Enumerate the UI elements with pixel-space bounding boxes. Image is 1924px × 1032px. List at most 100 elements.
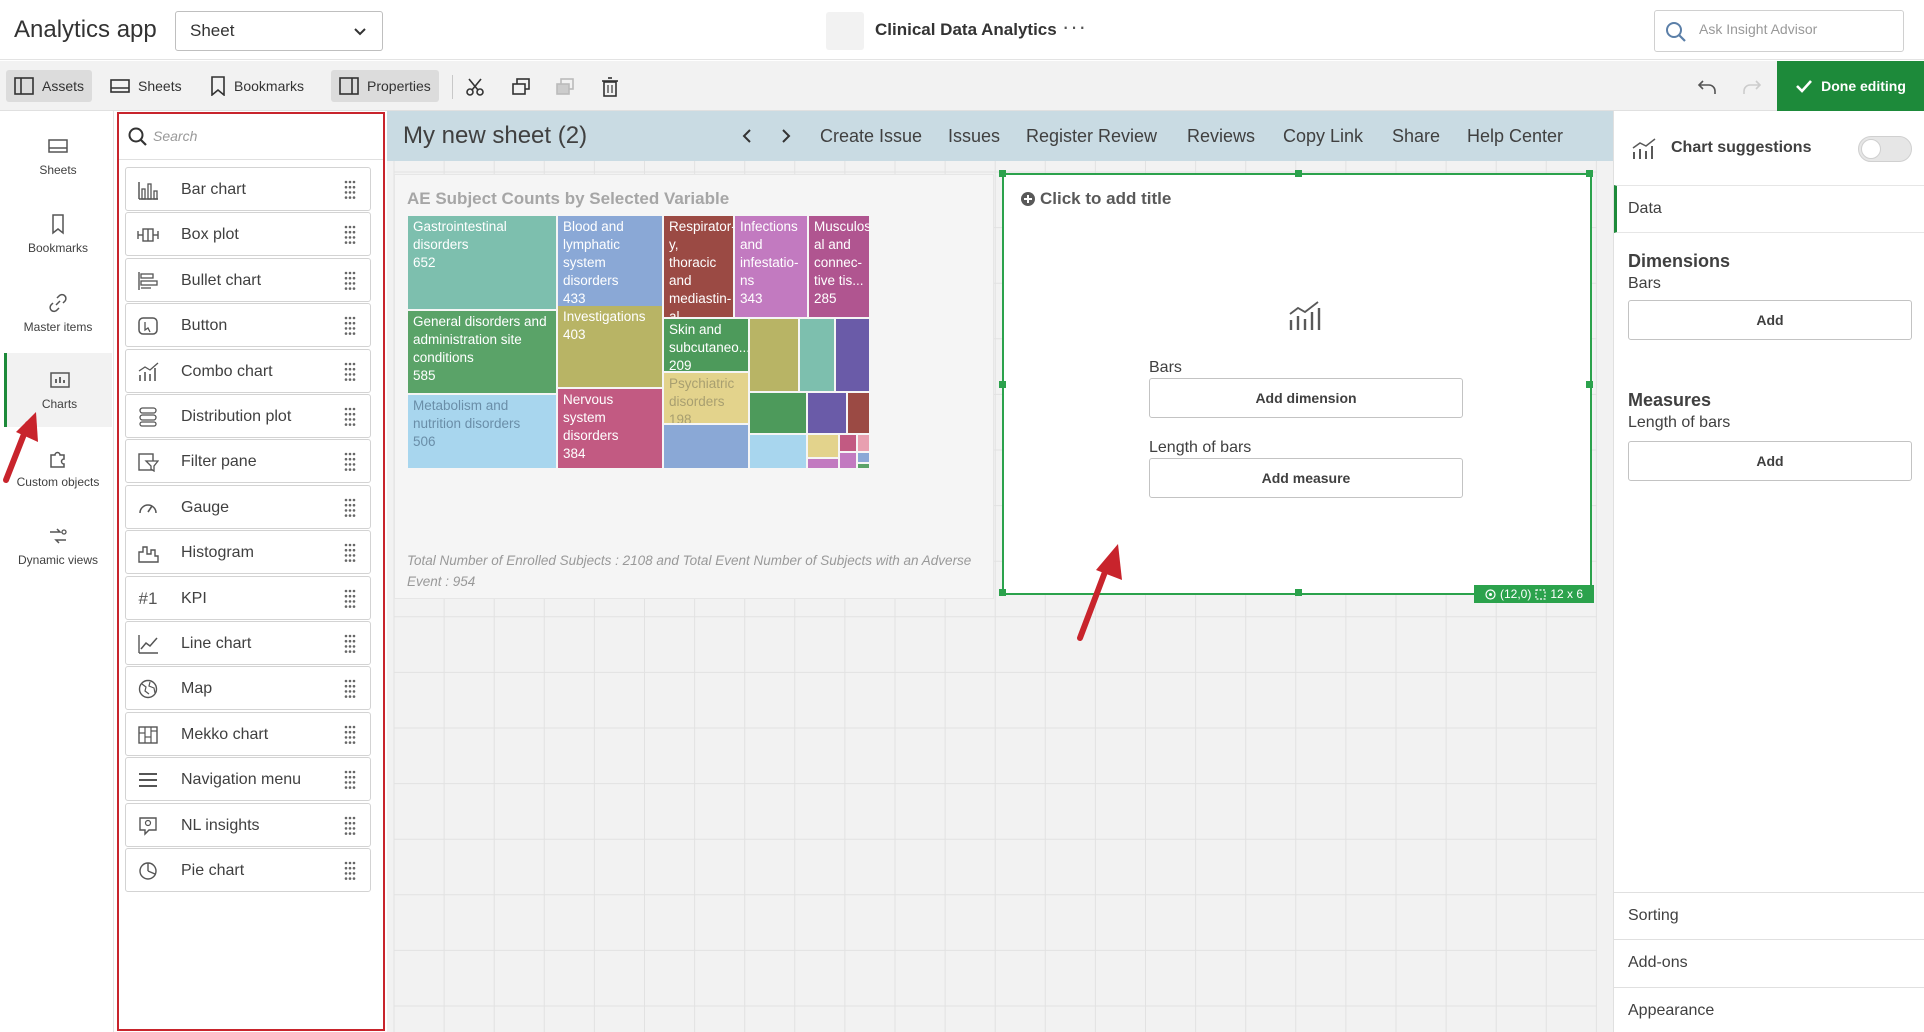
app-title[interactable]: Analytics app bbox=[14, 16, 157, 44]
nav-item-bookmarks[interactable]: Bookmarks bbox=[4, 197, 112, 271]
drag-handle-icon[interactable] bbox=[344, 225, 356, 245]
treemap-cell[interactable]: Infections and infestatio-ns 343 bbox=[735, 216, 807, 317]
asset-item-navigation-menu[interactable]: Navigation menu bbox=[125, 757, 371, 802]
cut-icon[interactable] bbox=[464, 76, 486, 98]
treemap-cell[interactable]: General disorders and administration sit… bbox=[408, 311, 556, 393]
asset-item-box-plot[interactable]: Box plot bbox=[125, 212, 371, 257]
drag-handle-icon[interactable] bbox=[344, 679, 356, 699]
undo-icon[interactable] bbox=[1696, 76, 1718, 98]
asset-item-filter-pane[interactable]: Filter pane bbox=[125, 439, 371, 484]
delete-icon[interactable] bbox=[599, 76, 621, 98]
asset-item-map[interactable]: Map bbox=[125, 666, 371, 711]
treemap-cell[interactable] bbox=[808, 393, 846, 433]
add-measure-panel-button[interactable]: Add bbox=[1628, 441, 1912, 481]
treemap-cell[interactable]: Investigations 403 bbox=[558, 306, 662, 387]
treemap-cell[interactable]: Gastrointestinal disorders 652 bbox=[408, 216, 556, 309]
resize-handle[interactable] bbox=[1295, 170, 1302, 177]
asset-item-pie-chart[interactable]: Pie chart bbox=[125, 848, 371, 892]
asset-item-gauge[interactable]: Gauge bbox=[125, 484, 371, 529]
add-title-button[interactable]: Click to add title bbox=[1020, 189, 1171, 209]
asset-item-button[interactable]: Button bbox=[125, 303, 371, 348]
treemap-cell[interactable]: Respirator-y, thoracic and mediastin-al … bbox=[664, 216, 733, 317]
resize-handle[interactable] bbox=[999, 381, 1006, 388]
drag-handle-icon[interactable] bbox=[344, 589, 356, 609]
treemap-cell[interactable] bbox=[808, 459, 838, 468]
treemap-cell[interactable] bbox=[750, 319, 798, 391]
reviews-link[interactable]: Reviews bbox=[1187, 126, 1255, 147]
drag-handle-icon[interactable] bbox=[344, 543, 356, 563]
section-appearance[interactable]: Appearance bbox=[1614, 987, 1924, 1032]
drag-handle-icon[interactable] bbox=[344, 362, 356, 382]
chevron-left-icon[interactable] bbox=[738, 127, 756, 145]
treemap-cell[interactable] bbox=[750, 435, 806, 468]
asset-item-bar-chart[interactable]: Bar chart bbox=[125, 167, 371, 211]
treemap-cell[interactable] bbox=[664, 425, 748, 468]
treemap-cell[interactable] bbox=[840, 435, 856, 451]
drag-handle-icon[interactable] bbox=[344, 498, 356, 518]
chart-suggestions-toggle[interactable] bbox=[1858, 136, 1912, 162]
measures-heading[interactable]: Measures bbox=[1628, 390, 1711, 411]
treemap-cell[interactable] bbox=[750, 393, 806, 433]
resize-handle[interactable] bbox=[999, 170, 1006, 177]
asset-item-combo-chart[interactable]: Combo chart bbox=[125, 348, 371, 393]
resize-handle[interactable] bbox=[1586, 170, 1593, 177]
help-center-link[interactable]: Help Center bbox=[1467, 126, 1563, 147]
asset-item-bullet-chart[interactable]: Bullet chart bbox=[125, 257, 371, 302]
tab-data[interactable]: Data bbox=[1614, 185, 1924, 233]
treemap-cell[interactable] bbox=[858, 453, 869, 462]
drag-handle-icon[interactable] bbox=[344, 271, 356, 291]
dimensions-heading[interactable]: Dimensions bbox=[1628, 251, 1730, 272]
treemap-cell[interactable]: Nervous system disorders 384 bbox=[558, 389, 662, 468]
properties-button[interactable]: Properties bbox=[331, 70, 439, 102]
section-addons[interactable]: Add-ons bbox=[1614, 939, 1924, 987]
issues-link[interactable]: Issues bbox=[948, 126, 1000, 147]
section-sorting[interactable]: Sorting bbox=[1614, 892, 1924, 940]
create-issue-link[interactable]: Create Issue bbox=[820, 126, 922, 147]
treemap-cell[interactable] bbox=[836, 319, 869, 391]
treemap-cell[interactable] bbox=[858, 464, 869, 468]
treemap-cell[interactable]: Musculoskelet-al and connec-tive tis... 2… bbox=[809, 216, 869, 317]
treemap-card[interactable]: AE Subject Counts by Selected Variable G… bbox=[394, 174, 994, 599]
resize-handle[interactable] bbox=[1295, 589, 1302, 596]
asset-item-line-chart[interactable]: Line chart bbox=[125, 621, 371, 665]
more-options-icon[interactable]: ··· bbox=[1062, 14, 1087, 40]
drag-handle-icon[interactable] bbox=[344, 770, 356, 790]
sheet-select[interactable]: Sheet bbox=[175, 11, 383, 51]
treemap-cell[interactable] bbox=[848, 393, 869, 433]
nav-item-dynamic-views[interactable]: Dynamic views bbox=[4, 509, 112, 583]
asset-item-histogram[interactable]: Histogram bbox=[125, 530, 371, 575]
done-editing-button[interactable]: Done editing bbox=[1777, 61, 1924, 111]
drag-handle-icon[interactable] bbox=[344, 316, 356, 336]
treemap-cell[interactable] bbox=[808, 435, 838, 457]
sheet-title[interactable]: My new sheet (2) bbox=[403, 122, 587, 150]
asset-search-input[interactable] bbox=[153, 128, 373, 144]
insight-search-input[interactable] bbox=[1699, 21, 1889, 37]
treemap-cell[interactable]: Blood and lymphatic system disorders 433 bbox=[558, 216, 662, 317]
asset-item-mekko-chart[interactable]: Mekko chart bbox=[125, 711, 371, 756]
treemap-cell[interactable]: Skin and subcutaneo... 209 bbox=[664, 319, 748, 371]
treemap-cell[interactable]: Metabolism and nutrition disorders 506 bbox=[408, 395, 556, 468]
nav-item-master-items[interactable]: Master items bbox=[4, 276, 112, 350]
drag-handle-icon[interactable] bbox=[344, 861, 356, 881]
duplicate-icon[interactable] bbox=[510, 76, 532, 98]
asset-item-kpi[interactable]: #1 KPI bbox=[125, 575, 371, 620]
drag-handle-icon[interactable] bbox=[344, 725, 356, 745]
resize-handle[interactable] bbox=[999, 589, 1006, 596]
drag-handle-icon[interactable] bbox=[344, 816, 356, 836]
copy-link-link[interactable]: Copy Link bbox=[1283, 126, 1363, 147]
drag-handle-icon[interactable] bbox=[344, 452, 356, 472]
treemap-cell[interactable] bbox=[858, 435, 869, 451]
share-link[interactable]: Share bbox=[1392, 126, 1440, 147]
drag-handle-icon[interactable] bbox=[344, 634, 356, 654]
drag-handle-icon[interactable] bbox=[344, 180, 356, 200]
drag-handle-icon[interactable] bbox=[344, 407, 356, 427]
sheets-button[interactable]: Sheets bbox=[102, 70, 190, 102]
add-measure-button[interactable]: Add measure bbox=[1149, 458, 1463, 498]
asset-search[interactable] bbox=[119, 114, 383, 160]
asset-item-nl-insights[interactable]: NL insights bbox=[125, 802, 371, 847]
insight-advisor-search[interactable] bbox=[1654, 10, 1904, 52]
add-dimension-panel-button[interactable]: Add bbox=[1628, 300, 1912, 340]
assets-button[interactable]: Assets bbox=[6, 70, 93, 102]
register-review-link[interactable]: Register Review bbox=[1026, 126, 1157, 147]
chevron-right-icon[interactable] bbox=[777, 127, 795, 145]
